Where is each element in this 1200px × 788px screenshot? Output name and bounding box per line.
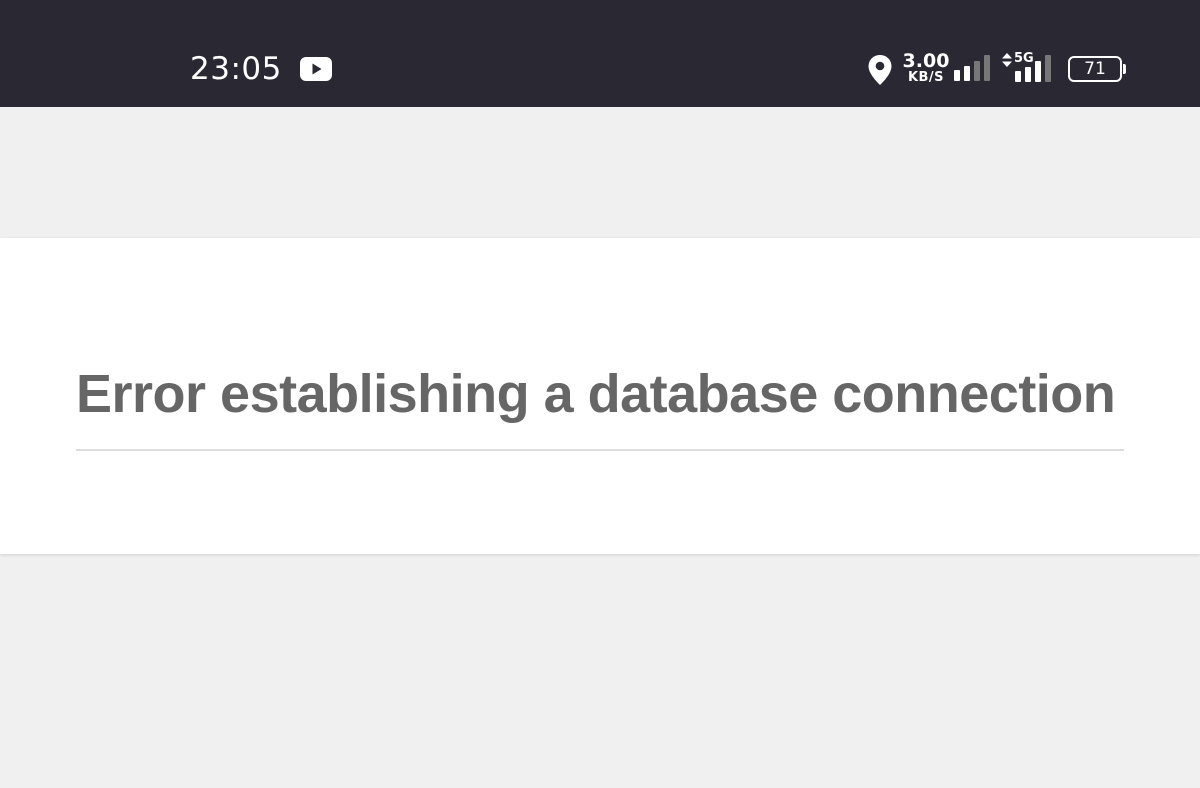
data-transfer-arrows-icon: [1002, 53, 1012, 67]
network-speed: 3.00 KB/S: [902, 52, 950, 85]
mobile-data-indicator: 5G: [1001, 51, 1057, 83]
battery-tip: [1123, 64, 1126, 74]
battery-level: 71: [1084, 59, 1106, 79]
network-speed-value: 3.00: [902, 50, 950, 72]
battery-icon: 71: [1068, 56, 1122, 82]
error-title: Error establishing a database connection: [76, 364, 1116, 424]
title-divider: [76, 449, 1124, 451]
battery-indicator: 71: [1068, 56, 1126, 82]
network-speed-unit: KB/S: [907, 70, 945, 85]
location-pin-icon: [867, 54, 893, 86]
error-card: Error establishing a database connection: [0, 238, 1200, 554]
status-time: 23:05: [190, 51, 282, 87]
signal-strength-icon: [954, 54, 994, 82]
status-bar: 23:05 3.00 KB/S 5G 71: [0, 0, 1200, 107]
youtube-icon: [300, 57, 332, 81]
cellular-signal-icon: [1015, 55, 1051, 82]
